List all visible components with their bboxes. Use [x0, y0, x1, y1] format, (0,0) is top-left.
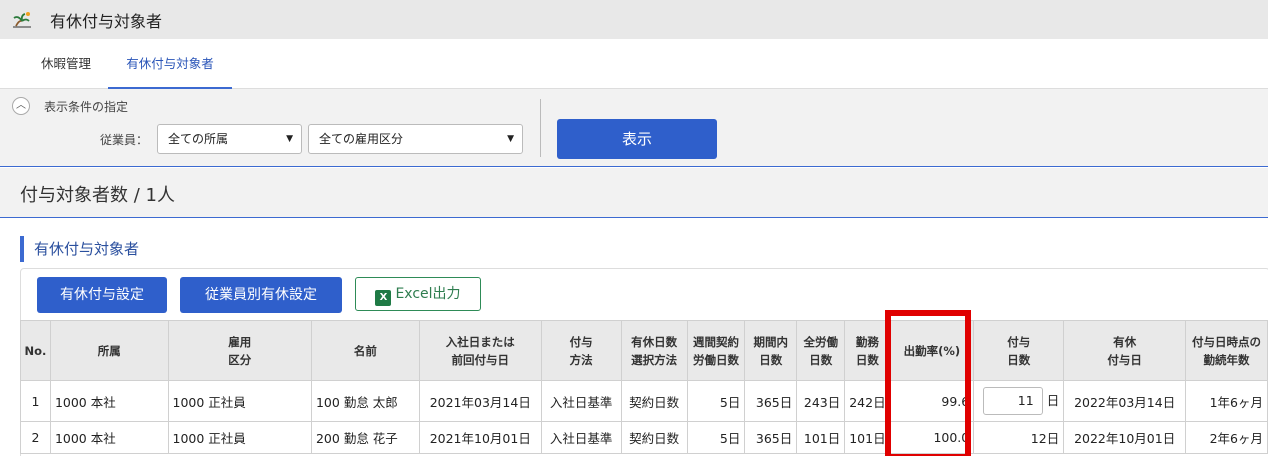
table-header-row: No. 所属 雇用 区分 名前 入社日または 前回付与日 付与 方法 有休日数 選択方法…	[20, 320, 1268, 381]
department-select-value: 全ての所属	[168, 132, 229, 146]
cell-name: 200 勤怠 花子	[310, 421, 420, 454]
grant-settings-button[interactable]: 有休付与設定	[37, 277, 167, 313]
col-worked-days: 勤務 日数	[844, 320, 891, 381]
employment-type-select[interactable]: 全ての雇用区分 ▼	[308, 124, 523, 154]
col-dept: 所属	[49, 320, 169, 381]
employee-label: 従業員：	[100, 133, 149, 147]
grant-days-input[interactable]: 11	[982, 387, 1043, 415]
cell-total-work-days: 243日	[796, 380, 846, 422]
cell-no: 1	[20, 380, 51, 422]
cell-grant-days: 12日	[973, 421, 1065, 454]
col-period-days: 期間内 日数	[744, 320, 798, 381]
cell-join-date: 2021年10月01日	[418, 421, 542, 454]
grant-days-unit: 日	[1046, 393, 1060, 408]
col-grant-method: 付与 方法	[540, 320, 622, 381]
col-days-selection: 有休日数 選択方法	[620, 320, 688, 381]
tab-bar: 休暇管理 有休付与対象者	[0, 39, 1268, 89]
col-grant-days: 付与 日数	[973, 320, 1065, 381]
employment-select-value: 全ての雇用区分	[319, 132, 404, 146]
cell-tenure: 1年6ヶ月	[1185, 380, 1268, 422]
table-row: 2 1000 本社 1000 正社員 200 勤怠 花子 2021年10月01日…	[20, 421, 1268, 454]
cell-emp-type: 1000 正社員	[167, 380, 312, 422]
cell-worked-days: 101日	[844, 421, 891, 454]
col-join-date: 入社日または 前回付与日	[418, 320, 542, 381]
col-no: No.	[20, 320, 51, 381]
cell-days-selection: 契約日数	[620, 421, 688, 454]
tab-paid-leave-targets[interactable]: 有休付与対象者	[108, 39, 232, 89]
chevron-up-icon[interactable]: ︿	[12, 97, 30, 115]
cell-emp-type: 1000 正社員	[167, 421, 312, 454]
cell-total-work-days: 101日	[796, 421, 846, 454]
show-button[interactable]: 表示	[557, 119, 717, 159]
cell-period-days: 365日	[744, 380, 798, 422]
cell-grant-date: 2022年10月01日	[1063, 421, 1187, 454]
cell-grant-date: 2022年03月14日	[1063, 380, 1187, 422]
cell-name: 100 勤怠 太郎	[310, 380, 420, 422]
filter-panel: ︿ 表示条件の指定 従業員： 全ての所属 ▼ 全ての雇用区分 ▼ 表示	[0, 89, 1268, 167]
cell-dept: 1000 本社	[49, 421, 169, 454]
col-total-work-days: 全労働 日数	[796, 320, 846, 381]
cell-join-date: 2021年03月14日	[418, 380, 542, 422]
department-select[interactable]: 全ての所属 ▼	[157, 124, 302, 154]
window-title: 有休付与対象者	[50, 11, 163, 31]
tab-leave-management[interactable]: 休暇管理	[30, 39, 102, 89]
cell-no: 2	[20, 421, 51, 454]
palm-tree-icon	[13, 11, 31, 28]
attendance-rate-highlight	[885, 310, 971, 456]
col-tenure: 付与日時点の 勤続年数	[1185, 320, 1268, 381]
cell-grant-days: 11 日	[973, 380, 1065, 422]
cell-grant-method: 入社日基準	[540, 421, 622, 454]
title-bar: 有休付与対象者	[0, 0, 1268, 39]
col-emp-type: 雇用 区分	[167, 320, 312, 381]
cell-weekly-days: 5日	[686, 380, 746, 422]
cell-dept: 1000 本社	[49, 380, 169, 422]
table-row: 1 1000 本社 1000 正社員 100 勤怠 太郎 2021年03月14日…	[20, 380, 1268, 422]
divider	[540, 99, 541, 157]
employee-settings-button[interactable]: 従業員別有休設定	[180, 277, 342, 313]
count-bar: 付与対象者数 / 1人	[0, 168, 1268, 218]
cell-weekly-days: 5日	[686, 421, 746, 454]
cell-period-days: 365日	[744, 421, 798, 454]
target-count: 付与対象者数 / 1人	[20, 185, 175, 206]
cell-worked-days: 242日	[844, 380, 891, 422]
excel-icon: X	[375, 290, 392, 306]
excel-export-label: Excel出力	[395, 286, 461, 302]
section-title: 有休付与対象者	[20, 236, 139, 262]
col-grant-date: 有休 付与日	[1063, 320, 1187, 381]
caret-down-icon: ▼	[507, 134, 514, 144]
col-name: 名前	[310, 320, 420, 381]
excel-export-button[interactable]: X Excel出力	[355, 277, 481, 311]
cell-tenure: 2年6ヶ月	[1185, 421, 1268, 454]
filter-section-label: 表示条件の指定	[44, 100, 129, 114]
cell-days-selection: 契約日数	[620, 380, 688, 422]
targets-table: No. 所属 雇用 区分 名前 入社日または 前回付与日 付与 方法 有休日数 選択方法…	[20, 320, 1268, 454]
col-weekly-days: 週間契約 労働日数	[686, 320, 746, 381]
caret-down-icon: ▼	[286, 134, 293, 144]
cell-grant-method: 入社日基準	[540, 380, 622, 422]
